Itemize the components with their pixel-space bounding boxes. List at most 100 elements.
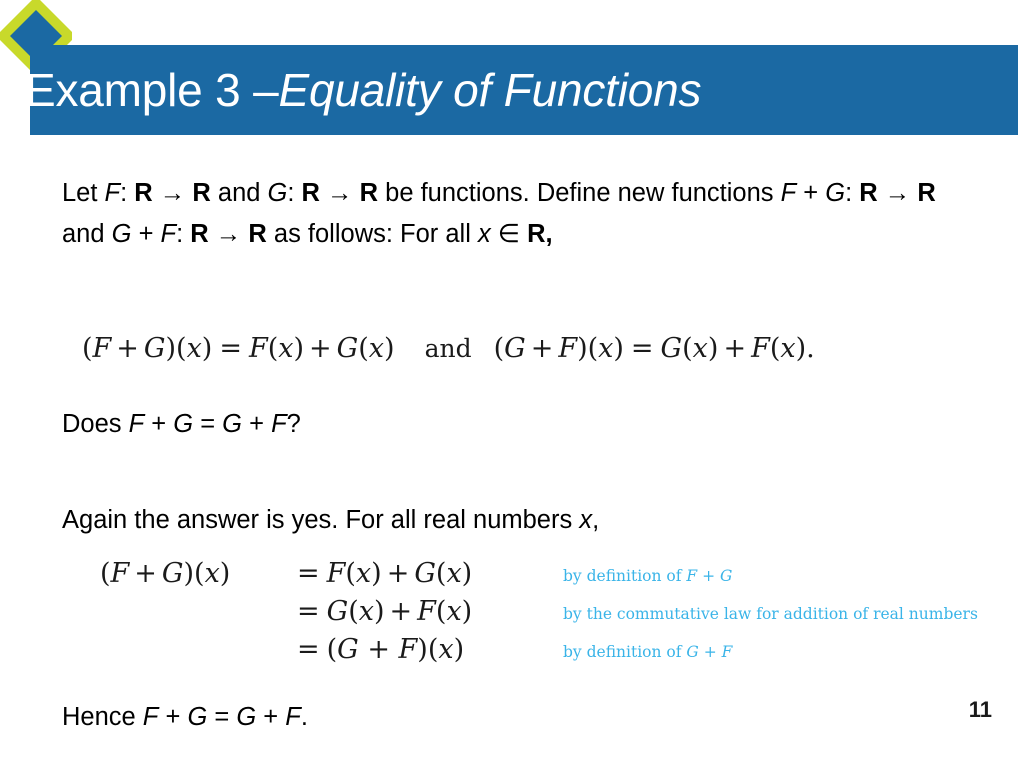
d1-rhs-var-x: x xyxy=(355,558,372,589)
hence-text-1: Hence xyxy=(62,703,143,731)
derivation-line: (F + G)(x) = F(x) + G(x) xyxy=(100,558,520,596)
d1-equals: = xyxy=(297,558,320,589)
eq-open-paren-2: ( xyxy=(267,333,279,364)
d1-rhs-var-F: F xyxy=(326,558,346,589)
does-question-line: Does F + G = G + F? xyxy=(62,404,662,445)
reason-annotation: by definition of G + F xyxy=(563,641,1003,679)
def-text-1: Let xyxy=(62,179,105,207)
d2-rhs-open-paren-2: ( xyxy=(435,596,447,627)
eq-open-paren-3: ( xyxy=(358,333,369,364)
eq2-var-F: F xyxy=(558,333,578,364)
page-number: 11 xyxy=(968,697,992,722)
eq-var-F: F xyxy=(92,333,112,364)
eq-var-x-3: x xyxy=(368,333,385,364)
d1-var-x: x xyxy=(204,558,220,589)
def-var-G-2: G xyxy=(825,179,846,207)
does-var-G-1: G xyxy=(173,410,194,438)
eq-close-paren-3: ) xyxy=(384,333,395,364)
def-set-R-6: R xyxy=(917,179,936,207)
eq-close-open-paren: )( xyxy=(165,333,187,364)
does-var-F-1: F xyxy=(128,410,145,438)
d3-plus: + xyxy=(358,634,399,665)
def-text-9: as follows: For all xyxy=(266,220,478,248)
eq2-plus: + xyxy=(530,333,554,364)
def-set-R-4: R xyxy=(359,179,379,207)
d2-equals: = xyxy=(297,596,320,627)
hence-plus-1: + xyxy=(158,703,188,731)
again-var-x: x xyxy=(579,506,593,534)
def-text-5: be functions. Define new functions xyxy=(378,179,781,207)
eq-var-x-2: x xyxy=(278,333,294,364)
derivation-line: = G(x) + F(x) xyxy=(100,596,520,634)
eq-close-paren-2: ) xyxy=(293,333,305,364)
eq-var-F-2: F xyxy=(248,333,268,364)
d1-rhs-open-paren-2: ( xyxy=(435,558,447,589)
def-set-R-5: R xyxy=(859,179,878,207)
eq2-close-open-paren: )( xyxy=(577,333,599,364)
def-var-x-1: x xyxy=(477,220,491,248)
d1-var-F: F xyxy=(110,558,130,589)
d3-var-F: F xyxy=(398,634,418,665)
does-var-G-2: G xyxy=(222,410,243,438)
derivation-rhs: (G + F)(x) xyxy=(327,634,465,665)
eq2-var-x-2: x xyxy=(692,333,708,364)
d3-open-paren: ( xyxy=(326,634,338,665)
def-arrow-4: → xyxy=(208,220,249,248)
hence-var-F-1: F xyxy=(142,703,159,731)
d3-close-paren: ) xyxy=(453,634,465,665)
display-equation-connector: and xyxy=(424,334,472,363)
def-plus-1: + xyxy=(796,179,826,207)
derivation-block: (F + G)(x) = F(x) + G(x) = G(x) + F(x) = (G + F)(x… xyxy=(100,558,520,672)
reason-annotation: by the commutative law for addition of r… xyxy=(563,603,1003,641)
r1-text: by definition of xyxy=(563,567,687,585)
does-text-2: ? xyxy=(286,410,301,438)
d2-rhs-var-x-2: x xyxy=(446,596,462,627)
def-set-R-7: R xyxy=(190,220,209,248)
hence-var-G-2: G xyxy=(236,703,257,731)
eq2-var-x-3: x xyxy=(780,333,796,364)
display-equation-right: (G + F)(x) = G(x) + F(x). xyxy=(494,333,815,364)
eq-close-paren: ) xyxy=(201,333,213,364)
d1-close-open-paren: )( xyxy=(183,558,205,589)
does-equals: = xyxy=(193,410,223,438)
page-title-plain: Example 3 – xyxy=(25,64,279,116)
r3-plus: + xyxy=(698,643,722,661)
derivation-lhs: (F + G)(x) xyxy=(100,558,290,589)
d1-rhs-open-paren: ( xyxy=(345,558,356,589)
d1-var-G: G xyxy=(161,558,184,589)
hence-var-F-2: F xyxy=(285,703,301,731)
again-text-1: Again the answer is yes. For all real nu… xyxy=(62,506,580,534)
d2-rhs-open-paren: ( xyxy=(348,596,359,627)
r3-text: by definition of xyxy=(563,643,687,661)
derivation-rhs: F(x) + G(x) xyxy=(327,558,473,589)
eq-equals: = xyxy=(219,333,242,364)
d1-close-paren: ) xyxy=(219,558,231,589)
eq2-open-paren-3: ( xyxy=(769,333,781,364)
hence-conclusion-line: Hence F + G = G + F. xyxy=(62,697,662,738)
def-text-3: and xyxy=(210,179,268,207)
def-arrow-2: → xyxy=(319,179,360,207)
d2-rhs-plus: + xyxy=(389,596,413,627)
def-var-G-1: G xyxy=(267,179,288,207)
def-set-R-9: R, xyxy=(527,220,553,248)
r1-var-F: F xyxy=(686,567,698,585)
d2-rhs-var-x: x xyxy=(358,596,374,627)
d1-plus: + xyxy=(134,558,157,589)
d1-rhs-var-G: G xyxy=(414,558,436,589)
d2-rhs-var-G: G xyxy=(326,596,349,627)
eq2-open-paren-2: ( xyxy=(682,333,693,364)
eq-plus-2: + xyxy=(309,333,332,364)
def-arrow-1: → xyxy=(152,179,193,207)
d1-open-paren: ( xyxy=(100,558,111,589)
eq-plus: + xyxy=(116,333,139,364)
eq2-open-paren: ( xyxy=(493,333,505,364)
def-plus-2: + xyxy=(131,220,161,248)
d2-rhs-var-F: F xyxy=(417,596,436,627)
eq-var-G-2: G xyxy=(336,333,359,364)
eq2-equals: = xyxy=(630,333,654,364)
eq2-close-paren: ) xyxy=(613,333,624,364)
def-text-2: : xyxy=(120,179,135,207)
derivation-line: = (G + F)(x) xyxy=(100,634,520,672)
def-set-R-2: R xyxy=(192,179,211,207)
def-var-F-2: F xyxy=(780,179,797,207)
